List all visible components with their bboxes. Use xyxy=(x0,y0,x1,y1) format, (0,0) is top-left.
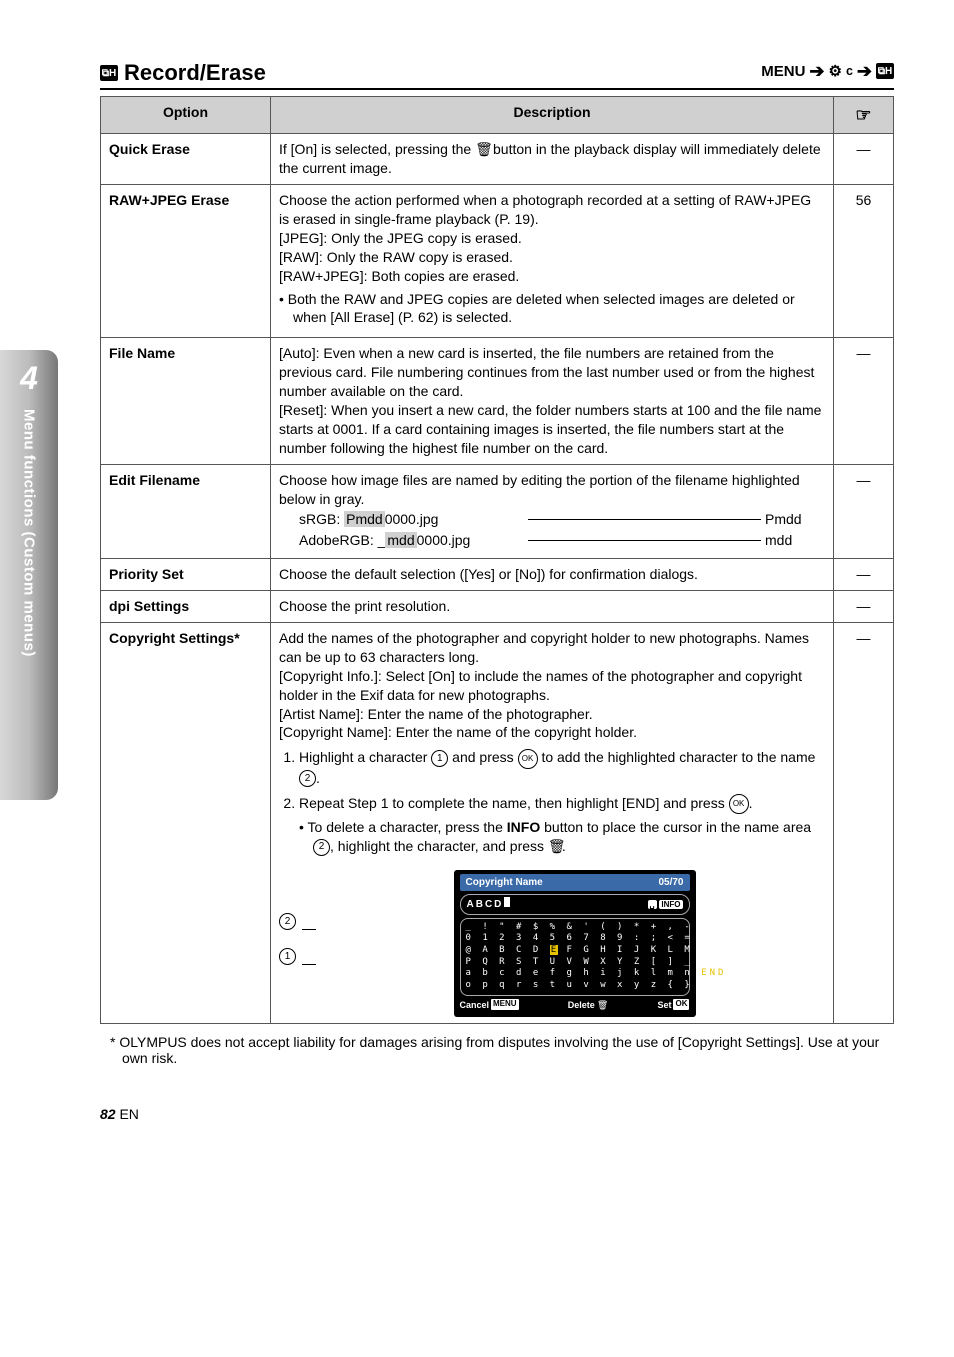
ok-icon: OK xyxy=(518,749,538,769)
trash-icon xyxy=(475,142,489,156)
option-label: Copyright Settings* xyxy=(101,623,271,1024)
section-title: Record/Erase xyxy=(124,60,266,86)
camera-screen-mock: Copyright Name 05/70 ABCD ␣ INFO _ ! " xyxy=(454,870,696,1017)
arrow-icon: ➔ xyxy=(809,61,824,82)
cs-cancel: Cancel xyxy=(460,999,490,1011)
section-icon-right: ⧉H xyxy=(876,63,894,79)
table-row: Edit Filename Choose how image files are… xyxy=(101,464,894,559)
option-desc: Choose the action performed when a photo… xyxy=(271,185,834,338)
table-row: Priority Set Choose the default selectio… xyxy=(101,559,894,591)
menu-label: MENU xyxy=(761,63,805,80)
option-label: Quick Erase xyxy=(101,134,271,185)
table-row: File Name [Auto]: Even when a new card i… xyxy=(101,338,894,464)
page-footer: 82 EN xyxy=(100,1106,894,1122)
table-row: Copyright Settings* Add the names of the… xyxy=(101,623,894,1024)
options-table: Option Description Quick Erase If [On] i… xyxy=(100,96,894,1024)
cs-keyboard: _ ! " # $ % & ' ( ) * + , - . / 0 1 2 3 … xyxy=(460,918,690,996)
cursor-icon xyxy=(504,897,510,907)
option-label: RAW+JPEG Erase xyxy=(101,185,271,338)
option-desc: Choose the default selection ([Yes] or [… xyxy=(271,559,834,591)
step-1: Highlight a character 1 and press OK to … xyxy=(299,748,825,787)
menu-path: MENU ➔ c ➔ ⧉H xyxy=(761,61,894,82)
step-2: Repeat Step 1 to complete the name, then… xyxy=(299,794,825,856)
trash-icon xyxy=(548,839,562,853)
option-label: Priority Set xyxy=(101,559,271,591)
footnote: * OLYMPUS does not accept liability for … xyxy=(110,1034,894,1066)
option-ref xyxy=(834,464,894,559)
option-ref xyxy=(834,559,894,591)
menu-box-icon: MENU xyxy=(491,999,519,1010)
cs-set: Set xyxy=(657,999,671,1011)
table-row: RAW+JPEG Erase Choose the action perform… xyxy=(101,185,894,338)
page-lang: EN xyxy=(119,1106,138,1122)
pointer-icon xyxy=(855,108,871,124)
ok-box-icon: OK xyxy=(673,999,689,1010)
option-ref: 56 xyxy=(834,185,894,338)
circle-1-icon: 1 xyxy=(431,750,448,767)
option-label: Edit Filename xyxy=(101,464,271,559)
option-desc: If [On] is selected, pressing the button… xyxy=(271,134,834,185)
trash-icon: 🗑 xyxy=(597,999,608,1011)
cs-title: Copyright Name xyxy=(466,876,543,890)
cs-delete: Delete xyxy=(568,999,595,1011)
callout-2-icon: 2 xyxy=(279,913,296,930)
ok-icon: OK xyxy=(729,794,749,814)
option-ref xyxy=(834,338,894,464)
option-ref xyxy=(834,591,894,623)
option-desc: Add the names of the photographer and co… xyxy=(271,623,834,1024)
option-desc: Choose the print resolution. xyxy=(271,591,834,623)
section-icon: ⧉H xyxy=(100,65,118,81)
cs-typed: ABCD xyxy=(467,899,504,910)
table-row: Quick Erase If [On] is selected, pressin… xyxy=(101,134,894,185)
page-number: 82 xyxy=(100,1106,116,1122)
option-label: File Name xyxy=(101,338,271,464)
step-2-bullet: To delete a character, press the INFO bu… xyxy=(313,818,825,856)
option-desc: [Auto]: Even when a new card is inserted… xyxy=(271,338,834,464)
cs-counter: 05/70 xyxy=(658,876,683,890)
th-option: Option xyxy=(101,97,271,134)
option-ref xyxy=(834,623,894,1024)
callout-1-icon: 1 xyxy=(279,948,296,965)
th-description: Description xyxy=(271,97,834,134)
circle-2-icon: 2 xyxy=(299,770,316,787)
info-icon: INFO xyxy=(659,900,682,909)
option-ref xyxy=(834,134,894,185)
table-row: dpi Settings Choose the print resolution… xyxy=(101,591,894,623)
arrow-icon: ➔ xyxy=(857,61,872,82)
option-desc: Choose how image files are named by edit… xyxy=(271,464,834,559)
th-ref xyxy=(834,97,894,134)
gear-sub: c xyxy=(846,64,853,78)
gear-icon xyxy=(829,62,842,80)
section-heading: ⧉H Record/Erase MENU ➔ c ➔ ⧉H xyxy=(100,60,894,90)
circle-2-icon: 2 xyxy=(313,839,330,856)
space-icon: ␣ xyxy=(648,900,657,909)
option-label: dpi Settings xyxy=(101,591,271,623)
